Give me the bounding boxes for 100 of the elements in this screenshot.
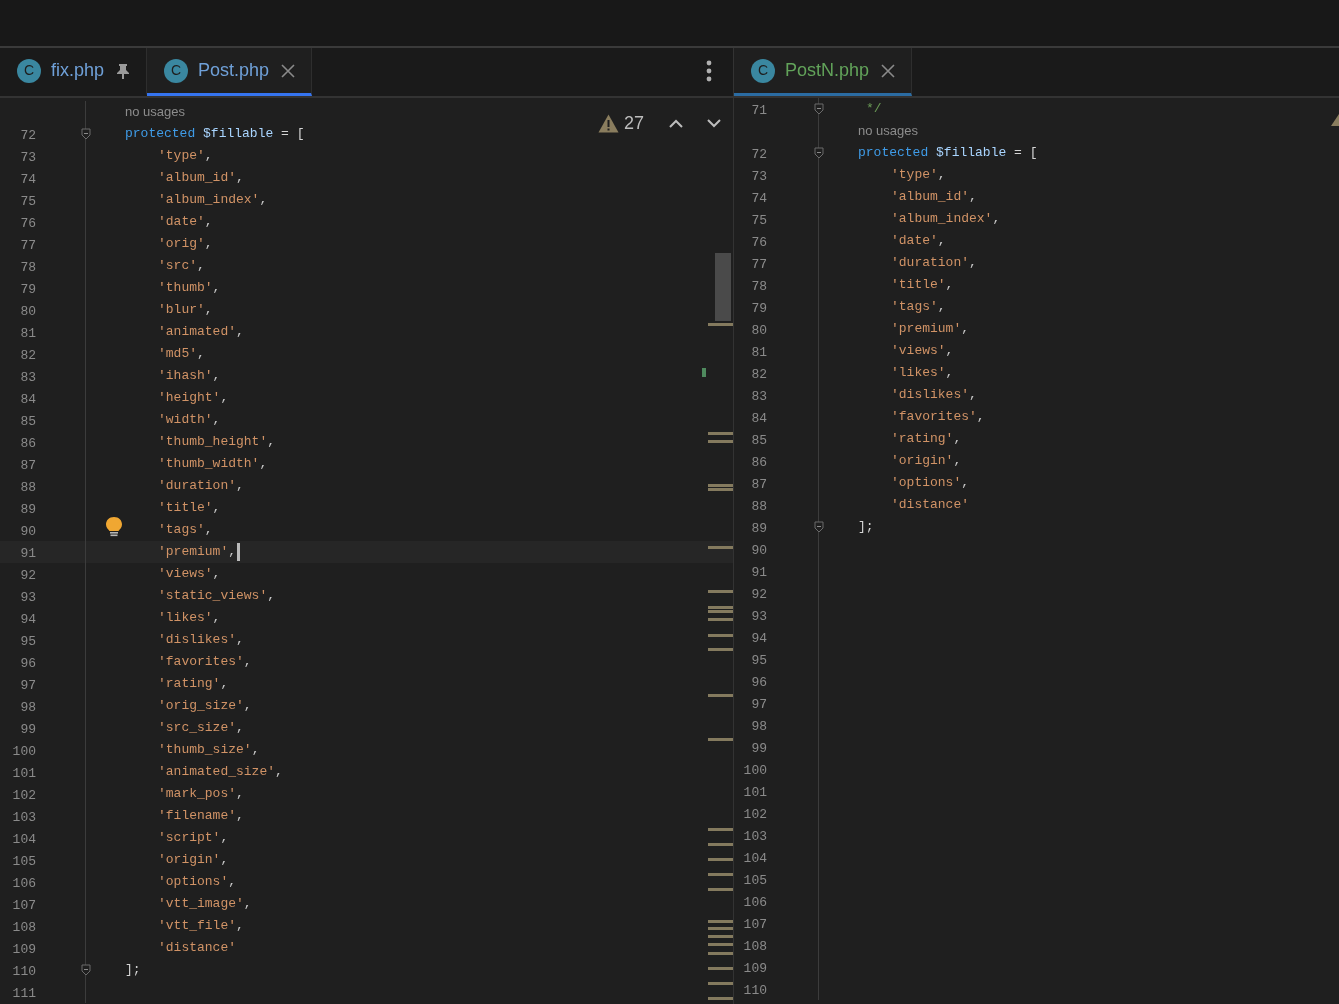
line-number: 76 (751, 235, 767, 250)
code-line: 'script', (157, 829, 229, 848)
line-number: 102 (12, 788, 36, 803)
editor-tab[interactable]: C Post.php (147, 48, 313, 96)
code-line: 'options', (157, 873, 237, 892)
warning-stripe-mark[interactable] (708, 952, 733, 955)
warning-stripe-mark[interactable] (708, 967, 733, 970)
line-number: 96 (751, 675, 767, 690)
warning-stripe-mark[interactable] (708, 843, 733, 846)
line-number: 103 (12, 810, 36, 825)
warning-stripe-mark[interactable] (708, 634, 733, 637)
line-number: 102 (743, 807, 767, 822)
code-line: 'origin', (157, 851, 229, 870)
line-number: 110 (12, 964, 36, 979)
code-line: 'premium', (157, 543, 237, 562)
code-line: 'title', (890, 276, 954, 295)
warning-icon[interactable] (1331, 114, 1339, 126)
more-options-icon[interactable] (706, 60, 712, 82)
line-number: 81 (20, 326, 36, 341)
code-line: 'type', (157, 147, 213, 166)
line-number: 95 (20, 634, 36, 649)
warning-stripe-mark[interactable] (708, 927, 733, 930)
usage-hint[interactable]: no usages (858, 121, 918, 141)
warning-stripe-mark[interactable] (708, 982, 733, 985)
warning-stripe-mark[interactable] (708, 484, 733, 487)
warning-stripe-mark[interactable] (708, 590, 733, 593)
line-number: 108 (743, 939, 767, 954)
line-number: 78 (20, 260, 36, 275)
warning-stripe-mark[interactable] (708, 618, 733, 621)
scrollbar-thumb[interactable] (715, 253, 731, 321)
warning-stripe-mark[interactable] (708, 610, 733, 613)
warning-stripe-mark[interactable] (708, 546, 733, 549)
line-number: 93 (20, 590, 36, 605)
code-line: 'album_index', (890, 210, 1001, 229)
line-number: 83 (20, 370, 36, 385)
close-icon[interactable] (881, 63, 896, 78)
editor-tab[interactable]: C PostN.php (734, 48, 913, 96)
lightbulb-icon[interactable] (104, 516, 124, 538)
warning-stripe-mark[interactable] (708, 694, 733, 697)
fold-icon[interactable] (814, 103, 824, 115)
code-line: 'distance' (890, 496, 969, 515)
warning-stripe-mark[interactable] (708, 440, 733, 443)
fold-icon[interactable] (814, 521, 824, 533)
warning-stripe-mark[interactable] (708, 997, 733, 1000)
class-file-icon: C (751, 58, 775, 83)
line-number: 71 (751, 103, 767, 118)
chevron-up-icon[interactable] (669, 119, 683, 128)
warning-stripe-mark[interactable] (708, 828, 733, 831)
code-line: 'thumb_width', (157, 455, 268, 474)
fold-icon[interactable] (81, 128, 91, 140)
warning-stripe-mark[interactable] (708, 488, 733, 491)
line-number: 91 (20, 546, 36, 561)
warning-stripe-mark[interactable] (708, 935, 733, 938)
code-comment: */ (865, 100, 882, 119)
line-number: 106 (12, 876, 36, 891)
chevron-down-icon[interactable] (707, 119, 721, 128)
code-line: 'mark_pos', (157, 785, 244, 804)
line-number: 77 (751, 257, 767, 272)
line-number: 77 (20, 238, 36, 253)
code-line: 'src', (157, 257, 205, 276)
line-number: 78 (751, 279, 767, 294)
code-line: 'orig_size', (157, 697, 252, 716)
warning-stripe-mark[interactable] (708, 873, 733, 876)
code-line: 'duration', (157, 477, 244, 496)
warning-stripe-mark[interactable] (708, 738, 733, 741)
class-file-icon: C (164, 58, 189, 83)
warning-stripe-mark[interactable] (708, 323, 733, 326)
close-icon[interactable] (281, 63, 296, 78)
code-line: 'distance' (157, 939, 236, 958)
warning-stripe-mark[interactable] (708, 648, 733, 651)
code-line: 'animated_size', (157, 763, 283, 782)
line-number: 86 (751, 455, 767, 470)
code-line: 'static_views', (157, 587, 276, 606)
warning-stripe-mark[interactable] (708, 920, 733, 923)
warning-stripe-mark[interactable] (708, 858, 733, 861)
line-number: 88 (20, 480, 36, 495)
line-number: 83 (751, 389, 767, 404)
warning-count[interactable]: 27 (623, 110, 644, 137)
code-line: 'rating', (890, 430, 962, 449)
line-number: 81 (751, 345, 767, 360)
fold-icon[interactable] (814, 147, 824, 159)
line-number: 80 (751, 323, 767, 338)
code-line: protected $fillable = [ (858, 144, 1038, 163)
fold-icon[interactable] (81, 964, 91, 976)
line-number: 72 (751, 147, 767, 162)
warning-icon[interactable] (597, 114, 619, 133)
code-line: 'date', (890, 232, 946, 251)
line-number: 73 (20, 150, 36, 165)
line-number: 101 (743, 785, 767, 800)
pin-icon[interactable] (116, 62, 131, 79)
warning-stripe-mark[interactable] (708, 606, 733, 609)
line-number: 73 (751, 169, 767, 184)
warning-stripe-mark[interactable] (708, 943, 733, 946)
code-line: 'title', (157, 499, 221, 518)
warning-stripe-mark[interactable] (708, 888, 733, 891)
code-line: 'orig', (157, 235, 213, 254)
usage-hint[interactable]: no usages (125, 102, 185, 122)
change-marker[interactable] (702, 368, 706, 377)
line-number: 104 (743, 851, 767, 866)
warning-stripe-mark[interactable] (708, 432, 733, 435)
